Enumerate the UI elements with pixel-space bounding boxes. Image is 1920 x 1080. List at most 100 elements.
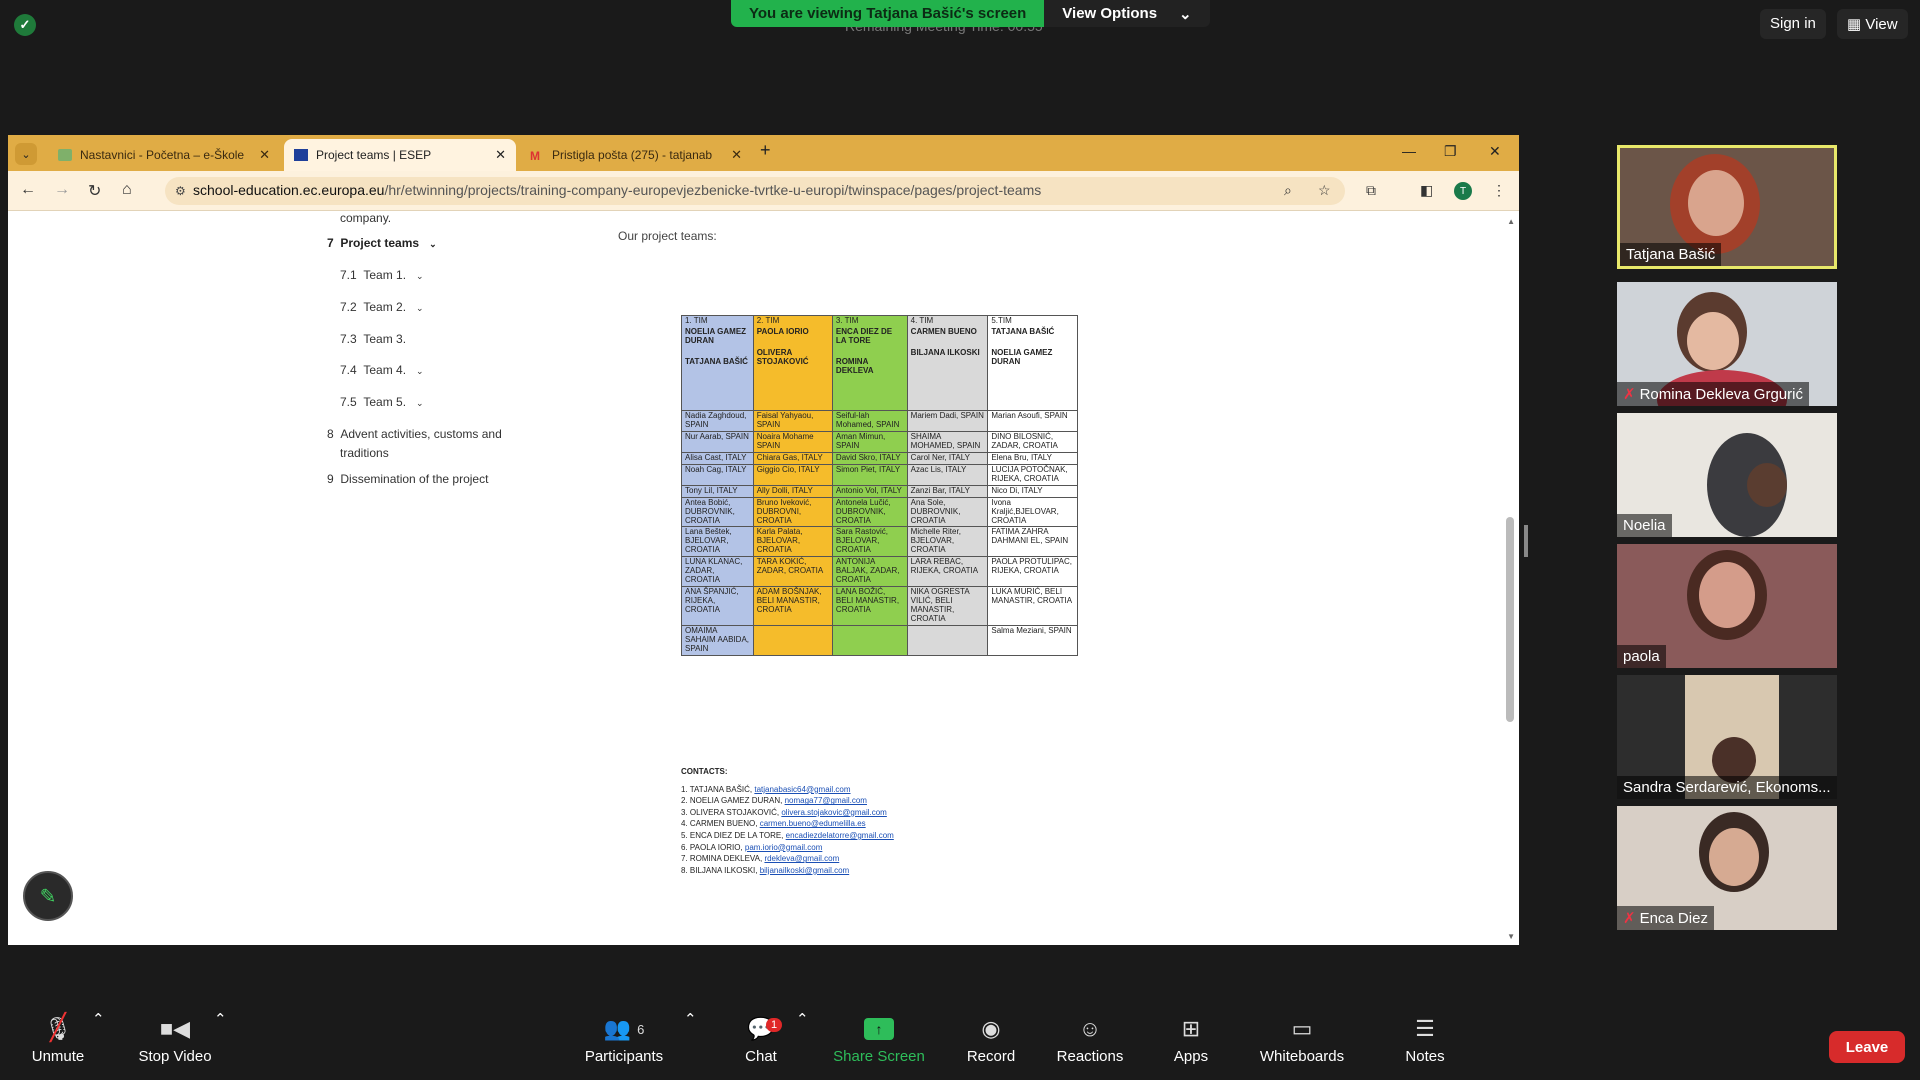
contact-email-link[interactable]: rdekleva@gmail.com (764, 854, 839, 863)
toc-item-advent-cont[interactable]: traditions (340, 446, 389, 460)
side-panel-icon[interactable]: ◧ (1420, 182, 1433, 199)
page-scrollbar[interactable]: ▲ ▼ (1506, 217, 1517, 941)
whiteboards-button[interactable]: ▭ Whiteboards (1256, 1010, 1348, 1065)
contact-email-link[interactable]: biljanailkoski@gmail.com (760, 866, 849, 875)
tab-gmail[interactable]: M Pristigla pošta (275) - tatjanaba ✕ (520, 139, 752, 171)
table-cell: Chiara Gas, ITALY (752, 451, 833, 465)
minimize-icon[interactable]: — (1402, 143, 1416, 159)
extensions-icon[interactable]: ⧉ (1366, 182, 1376, 199)
table-row: Tony Lil, ITALY Ally Dolli, ITALY Antonio … (681, 484, 1078, 498)
table-cell: Noaira Mohame SPAIN (752, 430, 833, 453)
close-window-icon[interactable]: ✕ (1489, 143, 1501, 160)
chevron-down-icon[interactable]: ⌄ (416, 271, 424, 282)
table-cell: Ivona Kraljić,BJELOVAR, CROATIA (987, 496, 1078, 528)
back-icon[interactable]: ← (20, 181, 36, 199)
audio-options-caret[interactable]: ⌃ (92, 1010, 105, 1028)
restore-icon[interactable]: ❐ (1444, 143, 1457, 160)
scroll-up-icon[interactable]: ▲ (1507, 217, 1515, 226)
participant-tile[interactable]: paola (1617, 544, 1837, 668)
web-page-content: company. 7 Project teams ⌄ 7.1 Team 1. ⌄ 7… (8, 211, 1519, 945)
tab-project-teams[interactable]: Project teams | ESEP ✕ (284, 139, 516, 171)
url-field[interactable]: school-education.ec.europa.eu/hr/etwinni… (165, 177, 1345, 205)
reload-icon[interactable]: ↻ (88, 181, 101, 201)
scroll-thumb[interactable] (1506, 517, 1514, 722)
video-options-caret[interactable]: ⌃ (214, 1010, 227, 1028)
reactions-button[interactable]: ☺ Reactions (1054, 1010, 1126, 1065)
leave-button[interactable]: Leave (1829, 1031, 1905, 1063)
chevron-down-icon[interactable]: ⌄ (416, 398, 424, 409)
team-number: 3. TIM (835, 316, 859, 325)
stop-video-button[interactable]: ■◀ Stop Video (130, 1010, 220, 1065)
chat-caret[interactable]: ⌃ (796, 1010, 809, 1028)
contact-email-link[interactable]: olivera.stojakovic@gmail.com (781, 808, 887, 817)
participant-tile[interactable]: Noelia (1617, 413, 1837, 537)
apps-icon: ⊞ (1181, 1016, 1201, 1041)
new-tab-icon[interactable]: + (760, 140, 771, 161)
scroll-down-icon[interactable]: ▼ (1507, 932, 1515, 941)
table-cell: Noah Cag, ITALY (681, 463, 754, 486)
participants-button[interactable]: 👥 6 Participants (576, 1010, 672, 1065)
view-button[interactable]: ▦ View (1837, 9, 1908, 39)
contact-email-link[interactable]: carmen.bueno@edumelilla.es (760, 819, 866, 828)
unmute-button[interactable]: 🎙 ╱ Unmute (22, 1010, 94, 1065)
home-icon[interactable]: ⌂ (122, 181, 132, 199)
tab-search-icon[interactable]: ⌄ (15, 143, 37, 165)
participant-tile[interactable]: ✗ Enca Diez (1617, 806, 1837, 930)
table-cell: Simon Piet, ITALY (831, 463, 908, 486)
site-info-icon[interactable]: ⚙ (175, 184, 186, 198)
toc-item-team4[interactable]: 7.4 Team 4. ⌄ (340, 363, 424, 377)
mic-muted-icon: 🎙 ╱ (44, 1012, 72, 1042)
participants-caret[interactable]: ⌃ (684, 1010, 697, 1028)
grid-icon: ▦ (1847, 16, 1862, 33)
toc-item-team3[interactable]: 7.3 Team 3. (340, 332, 406, 346)
chevron-down-icon[interactable]: ⌄ (416, 303, 424, 314)
toc-num: 7.4 (340, 363, 357, 377)
tab-title: Nastavnici - Početna – e-Škole (80, 148, 245, 162)
table-cell: Faisal Yahyaou, SPAIN (752, 410, 833, 432)
annotate-pencil-icon[interactable]: ✎ (23, 871, 73, 921)
toc-item-project-teams[interactable]: 7 Project teams ⌄ (327, 236, 437, 250)
security-shield-icon[interactable]: ✓ (14, 14, 36, 36)
close-tab-icon[interactable]: ✕ (731, 147, 742, 163)
toc-item-team2[interactable]: 7.2 Team 2. ⌄ (340, 300, 424, 314)
close-tab-icon[interactable]: ✕ (259, 147, 270, 163)
notes-button[interactable]: ☰ Notes (1400, 1010, 1450, 1065)
apps-button[interactable]: ⊞ Apps (1170, 1010, 1212, 1065)
view-options-button[interactable]: View Options ⌄ (1044, 0, 1210, 27)
chevron-down-icon[interactable]: ⌄ (429, 239, 437, 250)
sign-in-button[interactable]: Sign in (1760, 9, 1826, 39)
contact-email-link[interactable]: pam.iorio@gmail.com (745, 843, 822, 852)
forward-icon[interactable]: → (54, 181, 70, 199)
participant-tile[interactable]: Sandra Serdarević, Ekonoms... (1617, 675, 1837, 799)
participant-tile[interactable]: ✗ Romina Dekleva Grgurić (1617, 282, 1837, 406)
browser-menu-icon[interactable]: ⋮ (1492, 182, 1506, 199)
contacts-label: CONTACTS: (681, 767, 728, 776)
participant-name: paola (1617, 645, 1666, 668)
table-cell: OMAIMA SAHAIM AABIDA, SPAIN (681, 625, 754, 656)
team-leader: NOELIA GAMEZ DURAN (685, 326, 747, 345)
contact-email-link[interactable]: tatjanabasic64@gmail.com (754, 785, 850, 794)
contact-line: 3. OLIVERA STOJAKOVIĆ, olivera.stojakovi… (681, 807, 894, 819)
toc-item-advent[interactable]: 8 Advent activities, customs and (327, 427, 502, 441)
zoom-lens-icon[interactable]: ⌕ (1284, 182, 1292, 199)
participant-tile[interactable]: Tatjana Bašić (1617, 145, 1837, 269)
participant-name: Sandra Serdarević, Ekonoms... (1617, 776, 1837, 799)
table-cell: DINO BILOSNIĆ, ZADAR, CROATIA (987, 430, 1078, 453)
toc-item-team1[interactable]: 7.1 Team 1. ⌄ (340, 268, 424, 282)
profile-avatar[interactable]: T (1454, 182, 1472, 200)
table-row: Nadia Zaghdoud, SPAIN Faisal Yahyaou, SPA… (681, 410, 1078, 432)
contact-email-link[interactable]: encadiezdelatorre@gmail.com (786, 831, 894, 840)
team-leader: TATJANA BAŠIĆ (991, 326, 1055, 336)
tab-e-skole[interactable]: Nastavnici - Početna – e-Škole ✕ (48, 139, 280, 171)
chevron-down-icon[interactable]: ⌄ (416, 366, 424, 377)
share-screen-button[interactable]: ↑ Share Screen (832, 1010, 926, 1065)
toc-item-team5[interactable]: 7.5 Team 5. ⌄ (340, 395, 424, 409)
bookmark-star-icon[interactable]: ☆ (1318, 182, 1331, 199)
split-view-handle[interactable] (1524, 525, 1528, 557)
notes-icon: ☰ (1415, 1016, 1435, 1041)
record-button[interactable]: ◉ Record (962, 1010, 1020, 1065)
close-tab-icon[interactable]: ✕ (495, 147, 506, 163)
contact-email-link[interactable]: nomaga77@gmail.com (785, 796, 867, 805)
table-cell: ADAM BOŠNJAK, BELI MANASTIR, CROATIA (752, 586, 833, 627)
toc-item-dissemination[interactable]: 9 Dissemination of the project (327, 472, 488, 486)
